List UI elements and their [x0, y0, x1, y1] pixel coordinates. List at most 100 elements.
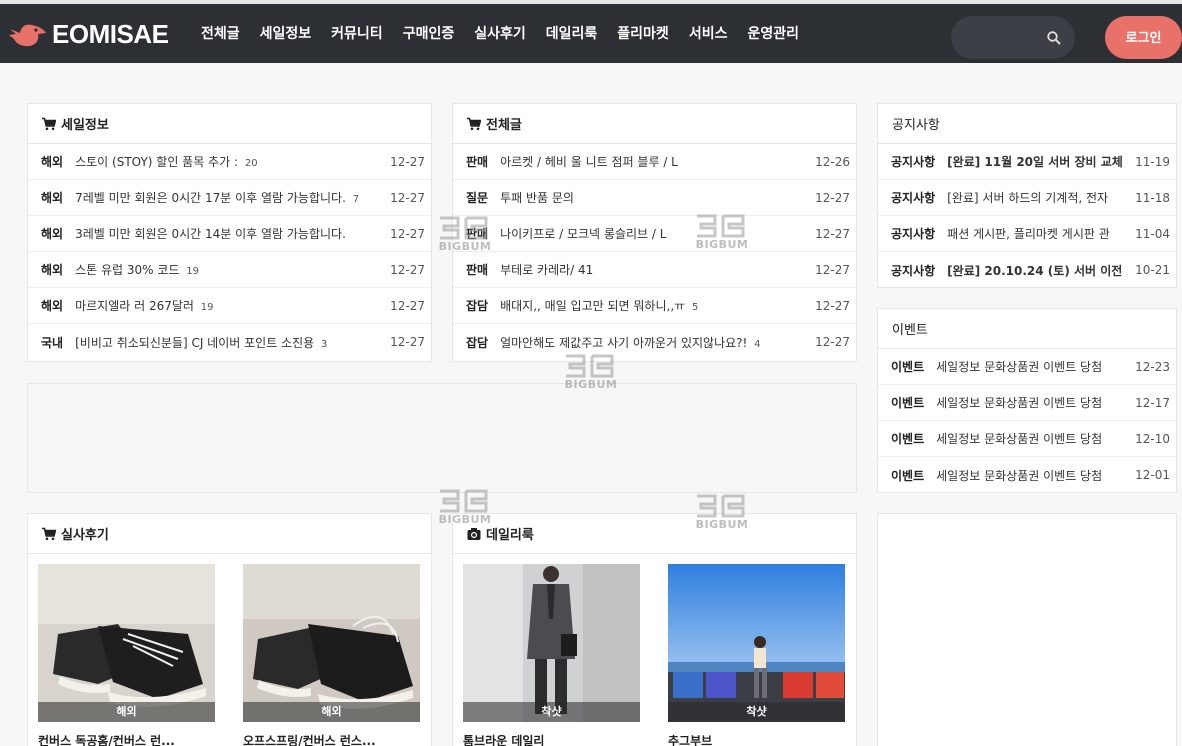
nav-dailylook[interactable]: 데일리룩 [536, 22, 608, 46]
post-title-text: 배대지,, 매일 입고만 되면 뭐하니,,ㅠ [500, 299, 686, 313]
post-date: 12-27 [390, 190, 425, 205]
list-item[interactable]: 국내 [비비고 취소되신분들] CJ 네이버 포인트 소진용 3 12-27 [28, 324, 431, 360]
sneaker-image [38, 564, 215, 722]
list-item[interactable]: 해외 스톤 유럽 30% 코드 19 12-27 [28, 252, 431, 288]
suit-photo[interactable]: 착샷 [463, 564, 640, 722]
list-item[interactable]: 판매 나이키프로 / 모크넥 롱슬리브 / L 12-27 [453, 216, 856, 252]
notice-list: 공지사항 [완료] 11월 20일 서버 장비 교체 11-19 공지사항 [완료] … [878, 144, 1176, 288]
gallery-item[interactable]: 해외 컨버스 독공홈/컨버스 런... [38, 564, 215, 746]
nav-reviews[interactable]: 실사후기 [464, 22, 536, 46]
suit-image [463, 564, 640, 722]
post-title-text: 부테로 카레라/ 41 [500, 263, 594, 277]
list-item[interactable]: 이벤트 세일정보 문화상품권 이벤트 당첨 12-10 [878, 421, 1176, 457]
item-caption[interactable]: 톰브라운 데일리 [463, 732, 640, 746]
panel-header[interactable]: 실사후기 [28, 514, 431, 554]
post-title[interactable]: 세일정보 문화상품권 이벤트 당첨 [936, 394, 1127, 411]
nav-fleamarket[interactable]: 플리마켓 [607, 22, 679, 46]
watermark-logo-icon [440, 216, 488, 240]
post-list: 판매 아르켓 / 헤비 울 니트 점퍼 블루 / L 12-26 질문 투패 반품 … [453, 144, 856, 360]
list-item[interactable]: 공지사항 [완료] 11월 20일 서버 장비 교체 11-19 [878, 144, 1176, 180]
post-title[interactable]: 세일정보 문화상품권 이벤트 당첨 [936, 358, 1127, 375]
post-title[interactable]: 스토이 (STOY) 할인 품목 추가 : 20 [75, 153, 382, 170]
search-icon[interactable] [1047, 31, 1061, 45]
post-title[interactable]: 배대지,, 매일 입고만 되면 뭐하니,,ㅠ 5 [500, 297, 807, 314]
panel-header[interactable]: 이벤트 [878, 309, 1176, 349]
list-item[interactable]: 잡담 배대지,, 매일 입고만 되면 뭐하니,,ㅠ 5 12-27 [453, 288, 856, 324]
site-logo[interactable]: EOMISAE [8, 16, 169, 52]
list-item[interactable]: 판매 아르켓 / 헤비 울 니트 점퍼 블루 / L 12-26 [453, 144, 856, 180]
login-button[interactable]: 로그인 [1105, 16, 1182, 59]
item-caption[interactable]: 컨버스 독공홈/컨버스 런... [38, 732, 215, 746]
post-title[interactable]: [완료] 서버 하드의 기계적, 전자 [947, 189, 1127, 206]
list-item[interactable]: 공지사항 [완료] 20.10.24 (토) 서버 이전 10-21 [878, 252, 1176, 288]
list-item[interactable]: 해외 3레벨 미만 회원은 0시간 14분 이후 열람 가능합니다. 12-27 [28, 216, 431, 252]
post-title[interactable]: 3레벨 미만 회원은 0시간 14분 이후 열람 가능합니다. [75, 225, 382, 242]
list-item[interactable]: 해외 마르지엘라 러 267달러 19 12-27 [28, 288, 431, 324]
watermark: BIGBUM [560, 352, 622, 396]
list-item[interactable]: 공지사항 패션 게시판, 플리마켓 게시판 관 11-04 [878, 216, 1176, 252]
nav-all[interactable]: 전체글 [191, 22, 250, 46]
search-input[interactable] [965, 27, 1045, 47]
post-list: 해외 스토이 (STOY) 할인 품목 추가 : 20 12-27 해외 7레벨 미만… [28, 144, 431, 360]
category-label: 판매 [466, 155, 489, 169]
nav-admin[interactable]: 운영관리 [737, 22, 809, 46]
nav-sale-info[interactable]: 세일정보 [250, 22, 322, 46]
nav-community[interactable]: 커뮤니티 [321, 22, 393, 46]
comment-count: 3 [321, 338, 328, 350]
post-date: 11-04 [1135, 226, 1170, 241]
post-title[interactable]: 얼마안해도 제값주고 사기 아까운거 있지않나요?! 4 [500, 334, 807, 351]
list-item[interactable]: 해외 스토이 (STOY) 할인 품목 추가 : 20 12-27 [28, 144, 431, 180]
post-title[interactable]: 패션 게시판, 플리마켓 게시판 관 [947, 225, 1127, 242]
item-caption[interactable]: 추그부브 [668, 732, 845, 746]
list-item[interactable]: 공지사항 [완료] 서버 하드의 기계적, 전자 11-18 [878, 180, 1176, 216]
beach-image [668, 564, 845, 722]
all-posts-panel: 전체글 판매 아르켓 / 헤비 울 니트 점퍼 블루 / L 12-26 질문 투패… [452, 103, 857, 362]
post-title[interactable]: 아르켓 / 헤비 울 니트 점퍼 블루 / L [500, 153, 807, 170]
list-item[interactable]: 판매 부테로 카레라/ 41 12-27 [453, 252, 856, 288]
item-caption[interactable]: 오프스프링/컨버스 런스... [243, 732, 420, 746]
post-title[interactable]: 세일정보 문화상품권 이벤트 당첨 [936, 430, 1127, 447]
list-item[interactable]: 이벤트 세일정보 문화상품권 이벤트 당첨 12-01 [878, 457, 1176, 493]
gallery-item[interactable]: 착샷 톰브라운 데일리 [463, 564, 640, 746]
panel-header[interactable]: 전체글 [453, 104, 856, 144]
panel-header[interactable]: 세일정보 [28, 104, 431, 144]
panel-header[interactable]: 데일리룩 [453, 514, 856, 554]
list-item[interactable]: 이벤트 세일정보 문화상품권 이벤트 당첨 12-17 [878, 385, 1176, 421]
list-item[interactable]: 해외 7레벨 미만 회원은 0시간 17분 이후 열람 가능합니다. 7 12-27 [28, 180, 431, 216]
post-date: 12-10 [1135, 431, 1170, 446]
post-title-text: 아르켓 / 헤비 울 니트 점퍼 블루 / L [500, 155, 678, 169]
sneaker-photo[interactable]: 해외 [38, 564, 215, 722]
post-title[interactable]: [비비고 취소되신분들] CJ 네이버 포인트 소진용 3 [75, 334, 382, 351]
post-title[interactable]: [완료] 11월 20일 서버 장비 교체 [947, 153, 1127, 170]
category-label: 판매 [466, 263, 489, 277]
post-title[interactable]: 부테로 카레라/ 41 [500, 261, 807, 278]
category-label: 이벤트 [891, 468, 925, 483]
panel-header[interactable]: 공지사항 [878, 104, 1176, 144]
nav-service[interactable]: 서비스 [679, 22, 738, 46]
sneaker-photo[interactable]: 해외 [243, 564, 420, 722]
post-title[interactable]: 마르지엘라 러 267달러 19 [75, 297, 382, 314]
list-item[interactable]: 질문 투패 반품 문의 12-27 [453, 180, 856, 216]
sale-info-panel: 세일정보 해외 스토이 (STOY) 할인 품목 추가 : 20 12-27 해외 7… [27, 103, 432, 362]
nav-purchase-cert[interactable]: 구매인증 [393, 22, 465, 46]
post-title[interactable]: [완료] 20.10.24 (토) 서버 이전 [947, 262, 1127, 279]
watermark: BIGBUM [434, 487, 496, 531]
post-title[interactable]: 나이키프로 / 모크넥 롱슬리브 / L [500, 225, 807, 242]
category-label: 이벤트 [891, 432, 925, 446]
bird-logo-icon [9, 24, 46, 47]
reviews-panel: 실사후기 해외 컨버스 독공홈/컨버스 런... 해외 오프스프링/컨버스 런스… [27, 513, 432, 746]
post-title[interactable]: 세일정보 문화상품권 이벤트 당첨 [936, 467, 1127, 484]
comment-count: 5 [692, 302, 699, 313]
comment-count: 19 [200, 302, 214, 313]
post-date: 12-27 [390, 298, 425, 313]
post-date: 12-27 [815, 335, 850, 349]
item-tag: 해외 [243, 702, 420, 722]
post-title[interactable]: 스톤 유럽 30% 코드 19 [75, 261, 382, 278]
gallery-item[interactable]: 해외 오프스프링/컨버스 런스... [243, 564, 420, 746]
post-title[interactable]: 투패 반품 문의 [500, 189, 807, 206]
list-item[interactable]: 잡담 얼마안해도 제값주고 사기 아까운거 있지않나요?! 4 12-27 [453, 324, 856, 360]
post-title[interactable]: 7레벨 미만 회원은 0시간 17분 이후 열람 가능합니다. 7 [75, 189, 382, 206]
beach-photo[interactable]: 착샷 [668, 564, 845, 722]
list-item[interactable]: 이벤트 세일정보 문화상품권 이벤트 당첨 12-23 [878, 349, 1176, 385]
gallery-item[interactable]: 착샷 추그부브 [668, 564, 845, 746]
